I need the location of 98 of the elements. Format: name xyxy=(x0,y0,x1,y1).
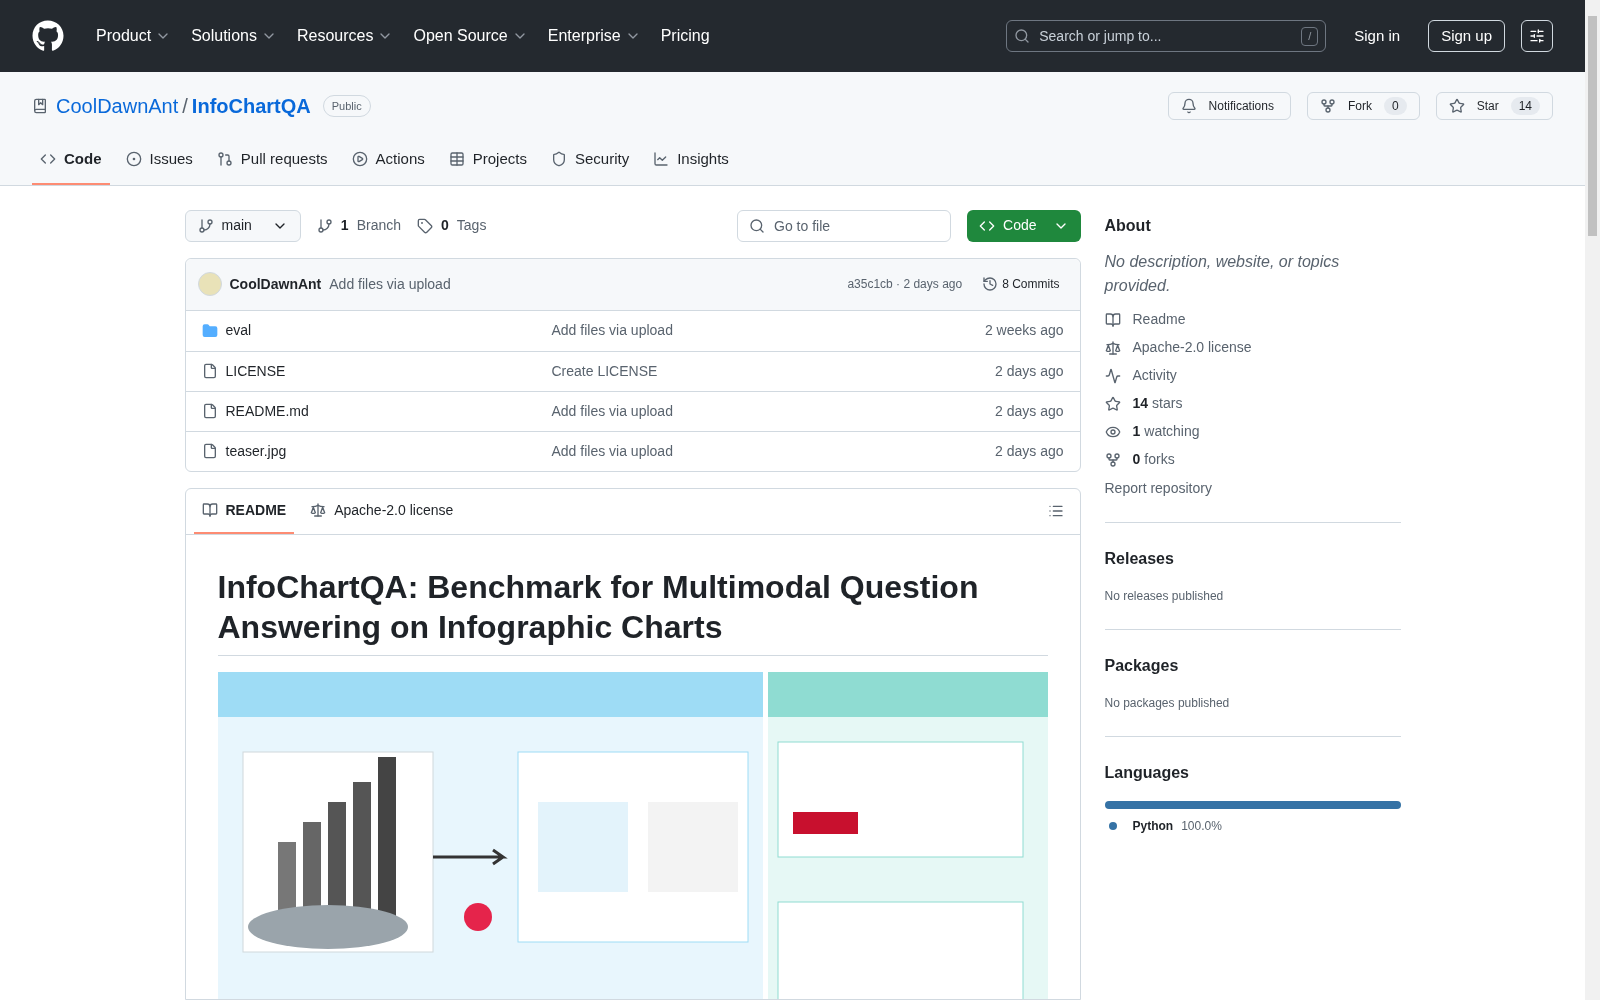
section-heading: Packages xyxy=(1104,655,1180,676)
file-name-link[interactable]: README.md xyxy=(225,400,309,422)
nav-menu-item[interactable]: Enterprise xyxy=(539,20,649,52)
about-icon xyxy=(1104,451,1121,468)
section-note: No packages published xyxy=(1104,694,1231,712)
about-link[interactable]: 0 forks xyxy=(1104,449,1401,470)
nav-menu-item[interactable]: Pricing xyxy=(652,20,718,52)
repo-action-button[interactable]: Fork 0 xyxy=(1306,92,1420,120)
search-icon xyxy=(749,217,766,234)
repo-tab[interactable]: Insights xyxy=(645,144,737,185)
readme-tab[interactable]: README xyxy=(193,488,295,534)
repo-name-link[interactable]: InfoChartQA xyxy=(191,91,311,121)
shortcut-key: / xyxy=(1301,27,1319,46)
about-link[interactable]: Activity xyxy=(1104,365,1401,386)
repo-tab[interactable]: Pull requests xyxy=(208,144,336,185)
about-icon xyxy=(1104,339,1121,356)
readme-title: InfoChartQA: Benchmark for Multimodal Question Answering on Infographic Charts xyxy=(217,566,1048,656)
about-description: No description, website, or topics provided. xyxy=(1104,251,1341,296)
tab-icon xyxy=(653,151,670,168)
go-to-file-field[interactable]: Go to file xyxy=(737,209,952,242)
commits-link[interactable]: 8 Commits xyxy=(982,275,1060,293)
about-icon xyxy=(1104,311,1121,328)
avatar xyxy=(197,272,222,296)
commit-message-link[interactable]: Create LICENSE xyxy=(551,360,658,382)
file-name-link[interactable]: eval xyxy=(225,320,252,341)
commit-message-link[interactable]: Add files via upload xyxy=(551,400,673,422)
repo-icon xyxy=(32,98,48,114)
path-separator: / xyxy=(182,94,188,119)
section-note: No releases published xyxy=(1104,587,1225,605)
tab-icon xyxy=(351,151,368,168)
repo-tab[interactable]: Issues xyxy=(117,144,201,185)
branches-link[interactable]: 1 Branch xyxy=(316,215,401,236)
about-link[interactable]: 1 watching xyxy=(1104,421,1401,442)
owner-link[interactable]: CoolDawnAnt xyxy=(56,91,179,121)
action-icon xyxy=(1448,98,1465,114)
sign-in-link[interactable]: Sign in xyxy=(1342,24,1413,48)
file-icon xyxy=(201,363,218,379)
file-name-link[interactable]: LICENSE xyxy=(225,360,286,382)
about-icon xyxy=(1104,367,1121,384)
tab-icon xyxy=(310,502,327,518)
tab-icon xyxy=(201,502,218,518)
branch-selector[interactable]: main xyxy=(184,209,301,242)
language-share: 100.0% xyxy=(1181,817,1222,835)
tab-icon xyxy=(125,151,142,168)
commit-time: 2 days ago xyxy=(995,401,1064,421)
tag-icon xyxy=(417,217,433,234)
commit-time: 2 days ago xyxy=(995,441,1064,461)
commit-author[interactable]: CoolDawnAnt xyxy=(229,273,322,295)
language-name: Python xyxy=(1132,817,1174,835)
folder-icon xyxy=(201,322,218,339)
section-heading: Releases xyxy=(1104,548,1175,569)
code-button[interactable]: Code xyxy=(967,209,1081,242)
nav-menu-item[interactable]: Solutions xyxy=(183,20,285,52)
repo-tab[interactable]: Actions xyxy=(343,144,433,185)
about-icon xyxy=(1104,395,1121,412)
repo-tab[interactable]: Security xyxy=(542,144,638,185)
github-logo-icon[interactable] xyxy=(32,20,64,52)
about-link[interactable]: Apache-2.0 license xyxy=(1104,337,1401,358)
file-icon xyxy=(201,403,218,419)
repo-action-button[interactable]: Star 14 xyxy=(1435,92,1553,120)
repo-tab[interactable]: Projects xyxy=(440,144,535,185)
search-icon xyxy=(1014,28,1031,44)
nav-menu-item[interactable]: Resources xyxy=(288,20,402,52)
commit-hash-time: a35c1cb · 2 days ago xyxy=(847,276,963,293)
scrollbar[interactable] xyxy=(1585,0,1600,1000)
about-heading: About xyxy=(1104,215,1152,236)
section-heading: Languages xyxy=(1104,762,1190,783)
repo-action-button[interactable]: Notifications xyxy=(1167,92,1291,120)
about-link[interactable]: Readme xyxy=(1104,309,1401,330)
commit-message-link[interactable]: Add files via upload xyxy=(551,320,673,341)
commit-time: 2 days ago xyxy=(995,361,1064,381)
settings-button[interactable] xyxy=(1521,20,1553,52)
sliders-icon xyxy=(1529,28,1545,44)
branch-icon xyxy=(197,217,214,234)
outline-icon[interactable] xyxy=(1047,503,1064,519)
tab-icon xyxy=(216,151,233,168)
action-icon xyxy=(1180,98,1197,114)
readme-tab[interactable]: Apache-2.0 license xyxy=(302,488,462,534)
counter: 0 xyxy=(1383,97,1407,115)
repo-tab[interactable]: Code xyxy=(32,144,110,185)
tab-icon xyxy=(550,151,567,168)
report-link[interactable]: Report repository xyxy=(1104,477,1401,498)
scrollbar-thumb[interactable] xyxy=(1588,16,1597,236)
file-icon xyxy=(201,443,218,459)
about-link[interactable]: 14 stars xyxy=(1104,393,1401,414)
action-icon xyxy=(1319,98,1336,114)
counter: 14 xyxy=(1510,97,1540,115)
branch-icon xyxy=(316,217,333,234)
nav-menu-item[interactable]: Open Source xyxy=(405,20,536,52)
history-icon xyxy=(982,276,999,292)
sign-up-button[interactable]: Sign up xyxy=(1428,20,1505,52)
file-name-link[interactable]: teaser.jpg xyxy=(225,440,287,462)
commit-message-link[interactable]: Add files via upload xyxy=(551,440,673,462)
commit-time: 2 weeks ago xyxy=(984,321,1064,340)
commit-message[interactable]: Add files via upload xyxy=(329,273,451,295)
nav-menu-item[interactable]: Product xyxy=(88,20,180,52)
tags-link[interactable]: 0 Tags xyxy=(417,215,487,236)
tab-icon xyxy=(448,151,465,168)
